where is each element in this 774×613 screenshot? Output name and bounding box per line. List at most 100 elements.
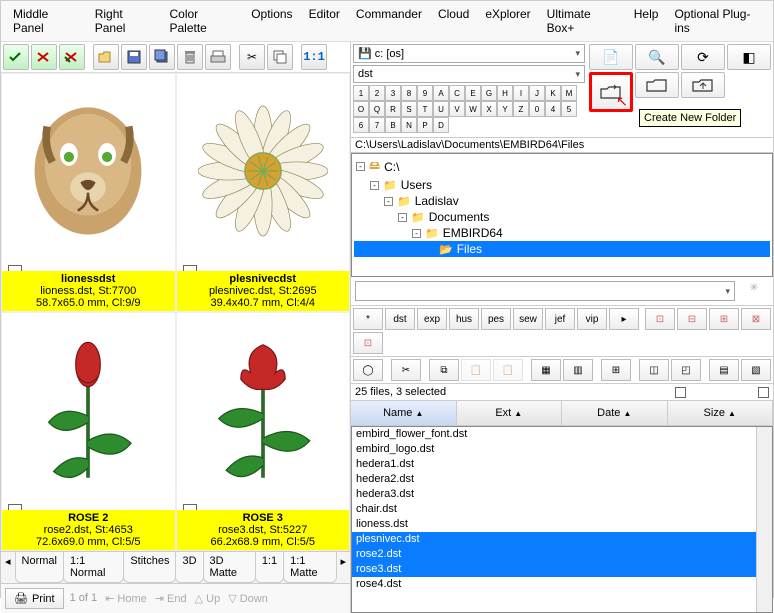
drive-select[interactable]: 💾 c: [os]▾ [353,44,585,63]
format-jef[interactable]: jef [545,308,575,330]
print-icon[interactable] [205,44,231,70]
search-icon[interactable]: 🔍 [635,44,679,70]
tree-node[interactable]: -📁Documents [354,209,770,225]
file-list[interactable]: embird_flower_font.dstembird_logo.dsthed… [351,426,773,613]
ext-select[interactable]: dst▾ [353,65,585,83]
tree-node[interactable]: 📂Files [354,241,770,257]
tab-1-1-matte[interactable]: 1:1 Matte [283,552,337,583]
tab-normal[interactable]: Normal [15,552,64,583]
drive-letter-D[interactable]: D [433,117,449,133]
drive-letter-U[interactable]: U [433,101,449,117]
view-opt-0[interactable]: ⊡ [645,308,675,330]
file-row[interactable]: hedera3.dst [352,487,772,502]
file-row[interactable]: plesnivec.dst [352,532,772,547]
file-row[interactable]: rose3.dst [352,562,772,577]
delete-icon[interactable] [177,44,203,70]
drive-letter-M[interactable]: M [561,85,577,101]
drive-letter-P[interactable]: P [417,117,433,133]
disk-info-icon[interactable]: 📄 [589,44,633,70]
format-*[interactable]: * [353,308,383,330]
format-vip[interactable]: vip [577,308,607,330]
drive-letter-G[interactable]: G [481,85,497,101]
file-row[interactable]: chair.dst [352,502,772,517]
menu-right-panel[interactable]: Right Panel [87,3,162,39]
drive-letter-B[interactable]: B [385,117,401,133]
folder-up-icon[interactable] [681,72,725,98]
op-icon-7[interactable]: ▧ [741,359,771,381]
header-ext[interactable]: Ext ▲ [457,401,563,425]
tree-node[interactable]: -📁Ladislav [354,193,770,209]
save-all-icon[interactable] [149,44,175,70]
drive-letter-S[interactable]: S [401,101,417,117]
drive-letter-3[interactable]: 3 [385,85,401,101]
menu-commander[interactable]: Commander [348,3,430,39]
format-sew[interactable]: sew [513,308,543,330]
view-opt-3[interactable]: ⊠ [741,308,771,330]
op-icon-3[interactable]: ⊞ [601,359,631,381]
paste-icon[interactable]: 📋 [461,359,491,381]
drive-letter-X[interactable]: X [481,101,497,117]
menu-options[interactable]: Options [243,3,300,39]
menu-color-palette[interactable]: Color Palette [161,3,243,39]
tab-stitches[interactable]: Stitches [123,552,176,583]
drive-letter-T[interactable]: T [417,101,433,117]
refresh-icon[interactable]: ⟳ [681,44,725,70]
format-exp[interactable]: exp [417,308,447,330]
file-row[interactable]: embird_flower_font.dst [352,427,772,442]
drive-letter-Y[interactable]: Y [497,101,513,117]
drive-letter-1[interactable]: 1 [353,85,369,101]
drive-letter-H[interactable]: H [497,85,513,101]
menu-ultimate-box-[interactable]: Ultimate Box+ [539,3,626,39]
drive-letter-K[interactable]: K [545,85,561,101]
drive-letter-9[interactable]: 9 [417,85,433,101]
drive-letter-0[interactable]: 0 [529,101,545,117]
folder-icon[interactable] [635,72,679,98]
drive-letter-E[interactable]: E [465,85,481,101]
op-icon-1[interactable]: ▦ [531,359,561,381]
file-row[interactable]: hedera1.dst [352,457,772,472]
op-icon-4[interactable]: ◫ [639,359,669,381]
drive-letter-C[interactable]: C [449,85,465,101]
view-opt-1[interactable]: ⊟ [677,308,707,330]
status-check-1[interactable] [675,387,686,398]
header-date[interactable]: Date ▲ [562,401,668,425]
op-icon-6[interactable]: ▤ [709,359,739,381]
drive-letter-5[interactable]: 5 [561,101,577,117]
open-icon[interactable] [93,44,119,70]
file-row[interactable]: lioness.dst [352,517,772,532]
zoom-11-icon[interactable]: 1:1 [301,44,327,70]
file-row[interactable]: rose2.dst [352,547,772,562]
tree-node[interactable]: -📁EMBIRD64 [354,225,770,241]
format-hus[interactable]: hus [449,308,479,330]
drive-letter-N[interactable]: N [401,117,417,133]
drive-letter-Q[interactable]: Q [369,101,385,117]
drive-letter-6[interactable]: 6 [353,117,369,133]
select-icon[interactable]: ◯ [353,359,383,381]
tool-btn-1[interactable] [3,44,29,70]
thumbnail[interactable]: ROSE 2rose2.dst, St:465372.6x69.0 mm, Cl… [1,312,176,551]
drive-letter-J[interactable]: J [529,85,545,101]
drive-letter-A[interactable]: A [433,85,449,101]
drive-letter-O[interactable]: O [353,101,369,117]
file-row[interactable]: hedera2.dst [352,472,772,487]
filter-dropdown[interactable]: ▾ [355,281,735,301]
print-button[interactable]: 🖨 Print [5,588,64,609]
tree-node[interactable]: -🖴C:\ [354,156,770,177]
copy-icon-2[interactable]: ⧉ [429,359,459,381]
folder-tree[interactable]: -🖴C:\-📁Users-📁Ladislav-📁Documents-📁EMBIR… [351,153,773,277]
drive-letter-4[interactable]: 4 [545,101,561,117]
file-row[interactable]: embird_logo.dst [352,442,772,457]
view-opt-4[interactable]: ⊡ [353,332,383,354]
more-formats[interactable]: ▸ [609,308,639,330]
menu-cloud[interactable]: Cloud [430,3,477,39]
op-icon-2[interactable]: ▥ [563,359,593,381]
drive-letter-Z[interactable]: Z [513,101,529,117]
drive-letter-V[interactable]: V [449,101,465,117]
menu-help[interactable]: Help [626,3,667,39]
save-icon[interactable] [121,44,147,70]
thumbnail[interactable]: lionessdstlioness.dst, St:770058.7x65.0 … [1,73,176,312]
cut-icon-2[interactable]: ✂ [391,359,421,381]
format-pes[interactable]: pes [481,308,511,330]
drive-letter-W[interactable]: W [465,101,481,117]
view-opt-2[interactable]: ⊞ [709,308,739,330]
